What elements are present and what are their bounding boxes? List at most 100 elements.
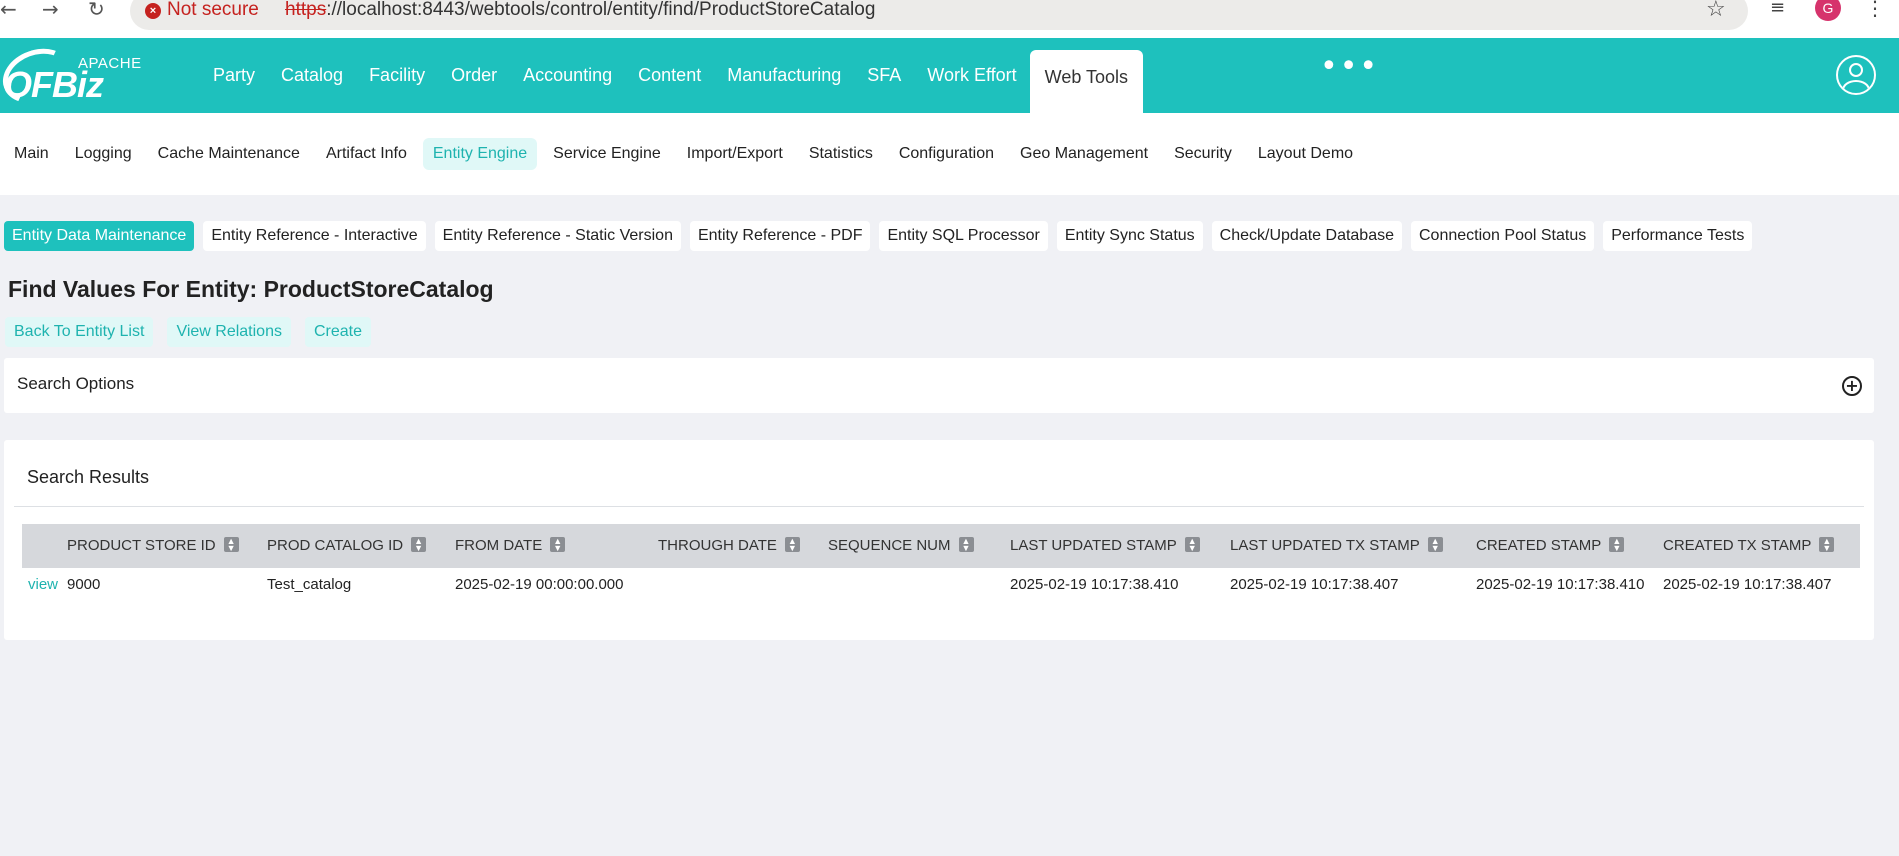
submenu-service-engine[interactable]: Service Engine (543, 138, 671, 170)
entity-tabs: Entity Data Maintenance Entity Reference… (4, 221, 1761, 251)
view-link[interactable]: view (28, 568, 58, 602)
media-control-icon[interactable]: ≡ (1770, 0, 1785, 18)
tab-entity-sync-status[interactable]: Entity Sync Status (1056, 221, 1203, 251)
browser-toolbar: ← → ↻ × Not secure https://localhost:8443… (0, 0, 1899, 38)
tab-entity-reference-pdf[interactable]: Entity Reference - PDF (689, 221, 871, 251)
submenu-logging[interactable]: Logging (65, 138, 142, 170)
webtools-submenu: Main Logging Cache Maintenance Artifact … (0, 113, 1899, 195)
ofbiz-logo[interactable]: APACHE OFBiz (0, 39, 150, 113)
column-header-label: PROD CATALOG ID (267, 537, 404, 554)
column-header[interactable]: LAST UPDATED TX STAMP ▲ ▼ (1230, 524, 1443, 568)
cell-product-store-id: 9000 (67, 576, 101, 593)
cell-from-date: 2025-02-19 00:00:00.000 (455, 576, 624, 593)
submenu-entity-engine[interactable]: Entity Engine (422, 138, 538, 170)
profile-avatar[interactable]: G (1815, 0, 1841, 21)
sort-icon[interactable]: ▲ ▼ (958, 537, 974, 553)
bookmark-star-icon[interactable]: ☆ (1706, 0, 1726, 22)
user-account-icon[interactable] (1836, 55, 1876, 95)
tab-connection-pool-status[interactable]: Connection Pool Status (1411, 221, 1595, 251)
sort-icon[interactable]: ▲ ▼ (550, 537, 566, 553)
column-header[interactable]: PROD CATALOG ID ▲ ▼ (267, 524, 427, 568)
submenu-security[interactable]: Security (1164, 138, 1242, 170)
submenu-main[interactable]: Main (4, 138, 59, 170)
app-item-party[interactable]: Party (200, 38, 268, 113)
app-item-facility[interactable]: Facility (356, 38, 438, 113)
column-header[interactable]: CREATED STAMP ▲ ▼ (1476, 524, 1625, 568)
search-results-title: Search Results (27, 467, 150, 487)
column-header-label: CREATED STAMP (1476, 537, 1602, 554)
column-header-label: CREATED TX STAMP (1663, 537, 1812, 554)
sort-icon[interactable]: ▲ ▼ (1427, 537, 1443, 553)
expand-plus-icon[interactable]: + (1842, 376, 1862, 396)
search-options-panel[interactable]: Search Options + (4, 358, 1874, 413)
url-text[interactable]: https://localhost:8443/webtools/control/… (285, 0, 875, 21)
submenu-configuration[interactable]: Configuration (889, 138, 1004, 170)
column-header-label: LAST UPDATED TX STAMP (1230, 537, 1420, 554)
sort-icon[interactable]: ▲ ▼ (1819, 537, 1835, 553)
column-header[interactable]: FROM DATE ▲ ▼ (455, 524, 566, 568)
tab-entity-sql-processor[interactable]: Entity SQL Processor (879, 221, 1048, 251)
browser-menu-icon[interactable]: ⋮ (1865, 0, 1885, 20)
column-header-label: THROUGH DATE (658, 537, 777, 554)
sort-icon[interactable]: ▲ ▼ (223, 537, 239, 553)
app-menu: Party Catalog Facility Order Accounting … (200, 38, 1144, 113)
not-secure-label: Not secure (167, 0, 259, 20)
app-item-sfa[interactable]: SFA (854, 38, 914, 113)
sort-icon[interactable]: ▲ ▼ (1184, 537, 1200, 553)
cell-last-updated-stamp: 2025-02-19 10:17:38.410 (1010, 576, 1179, 593)
user-head-shape (1849, 63, 1863, 77)
submenu-layout-demo[interactable]: Layout Demo (1248, 138, 1363, 170)
tab-entity-reference-static[interactable]: Entity Reference - Static Version (434, 221, 681, 251)
column-header[interactable]: PRODUCT STORE ID ▲ ▼ (67, 524, 239, 568)
more-apps-icon[interactable]: ••• (1320, 52, 1379, 82)
cell-last-updated-tx-stamp: 2025-02-19 10:17:38.407 (1230, 576, 1399, 593)
column-header-label: FROM DATE (455, 537, 543, 554)
app-item-content[interactable]: Content (625, 38, 714, 113)
submenu-statistics[interactable]: Statistics (799, 138, 883, 170)
app-item-web-tools[interactable]: Web Tools (1029, 50, 1144, 113)
search-results-panel: Search Results PRODUCT STORE ID ▲ ▼ PROD C… (4, 440, 1874, 640)
tab-check-update-database[interactable]: Check/Update Database (1211, 221, 1402, 251)
page-title: Find Values For Entity: ProductStoreCata… (8, 276, 494, 302)
app-item-order[interactable]: Order (438, 38, 510, 113)
app-item-manufacturing[interactable]: Manufacturing (714, 38, 854, 113)
submenu-cache-maintenance[interactable]: Cache Maintenance (148, 138, 310, 170)
tab-entity-data-maintenance[interactable]: Entity Data Maintenance (4, 221, 195, 251)
app-header: APACHE OFBiz Party Catalog Facility Orde… (0, 38, 1899, 113)
sort-icon[interactable]: ▲ ▼ (1609, 537, 1625, 553)
column-header[interactable]: LAST UPDATED STAMP ▲ ▼ (1010, 524, 1200, 568)
submenu-geo-management[interactable]: Geo Management (1010, 138, 1158, 170)
app-item-catalog[interactable]: Catalog (268, 38, 356, 113)
column-header-label: LAST UPDATED STAMP (1010, 537, 1177, 554)
tab-performance-tests[interactable]: Performance Tests (1603, 221, 1753, 251)
cell-created-tx-stamp: 2025-02-19 10:17:38.407 (1663, 576, 1832, 593)
warning-icon: × (145, 3, 161, 19)
view-relations-button[interactable]: View Relations (167, 317, 291, 347)
url-path: ://localhost:8443/webtools/control/entit… (326, 0, 876, 20)
table-row: view 9000 Test_catalog 2025-02-19 00:00:… (22, 568, 1860, 602)
column-header-label: PRODUCT STORE ID (67, 537, 216, 554)
submenu-artifact-info[interactable]: Artifact Info (316, 138, 417, 170)
sort-icon[interactable]: ▲ ▼ (411, 537, 427, 553)
cell-created-stamp: 2025-02-19 10:17:38.410 (1476, 576, 1645, 593)
create-button[interactable]: Create (304, 317, 372, 347)
app-item-accounting[interactable]: Accounting (510, 38, 625, 113)
forward-arrow-icon[interactable]: → (42, 0, 59, 20)
url-scheme: https (285, 0, 327, 20)
back-to-entity-list-button[interactable]: Back To Entity List (5, 317, 154, 347)
back-arrow-icon[interactable]: ← (0, 0, 17, 20)
security-indicator[interactable]: × Not secure (145, 0, 259, 21)
app-item-work-effort[interactable]: Work Effort (914, 38, 1029, 113)
tab-entity-reference-interactive[interactable]: Entity Reference - Interactive (203, 221, 426, 251)
column-header-label: SEQUENCE NUM (828, 537, 951, 554)
user-body-shape (1842, 80, 1870, 93)
submenu-import-export[interactable]: Import/Export (677, 138, 793, 170)
column-header[interactable]: SEQUENCE NUM ▲ ▼ (828, 524, 974, 568)
sort-icon[interactable]: ▲ ▼ (784, 537, 800, 553)
table-header: PRODUCT STORE ID ▲ ▼ PROD CATALOG ID ▲ ▼ FRO… (22, 524, 1860, 568)
reload-icon[interactable]: ↻ (88, 0, 105, 20)
column-header[interactable]: CREATED TX STAMP ▲ ▼ (1663, 524, 1835, 568)
page-actions: Back To Entity List View Relations Creat… (5, 317, 385, 347)
logo-ofbiz-text: OFBiz (4, 64, 104, 105)
column-header[interactable]: THROUGH DATE ▲ ▼ (658, 524, 800, 568)
